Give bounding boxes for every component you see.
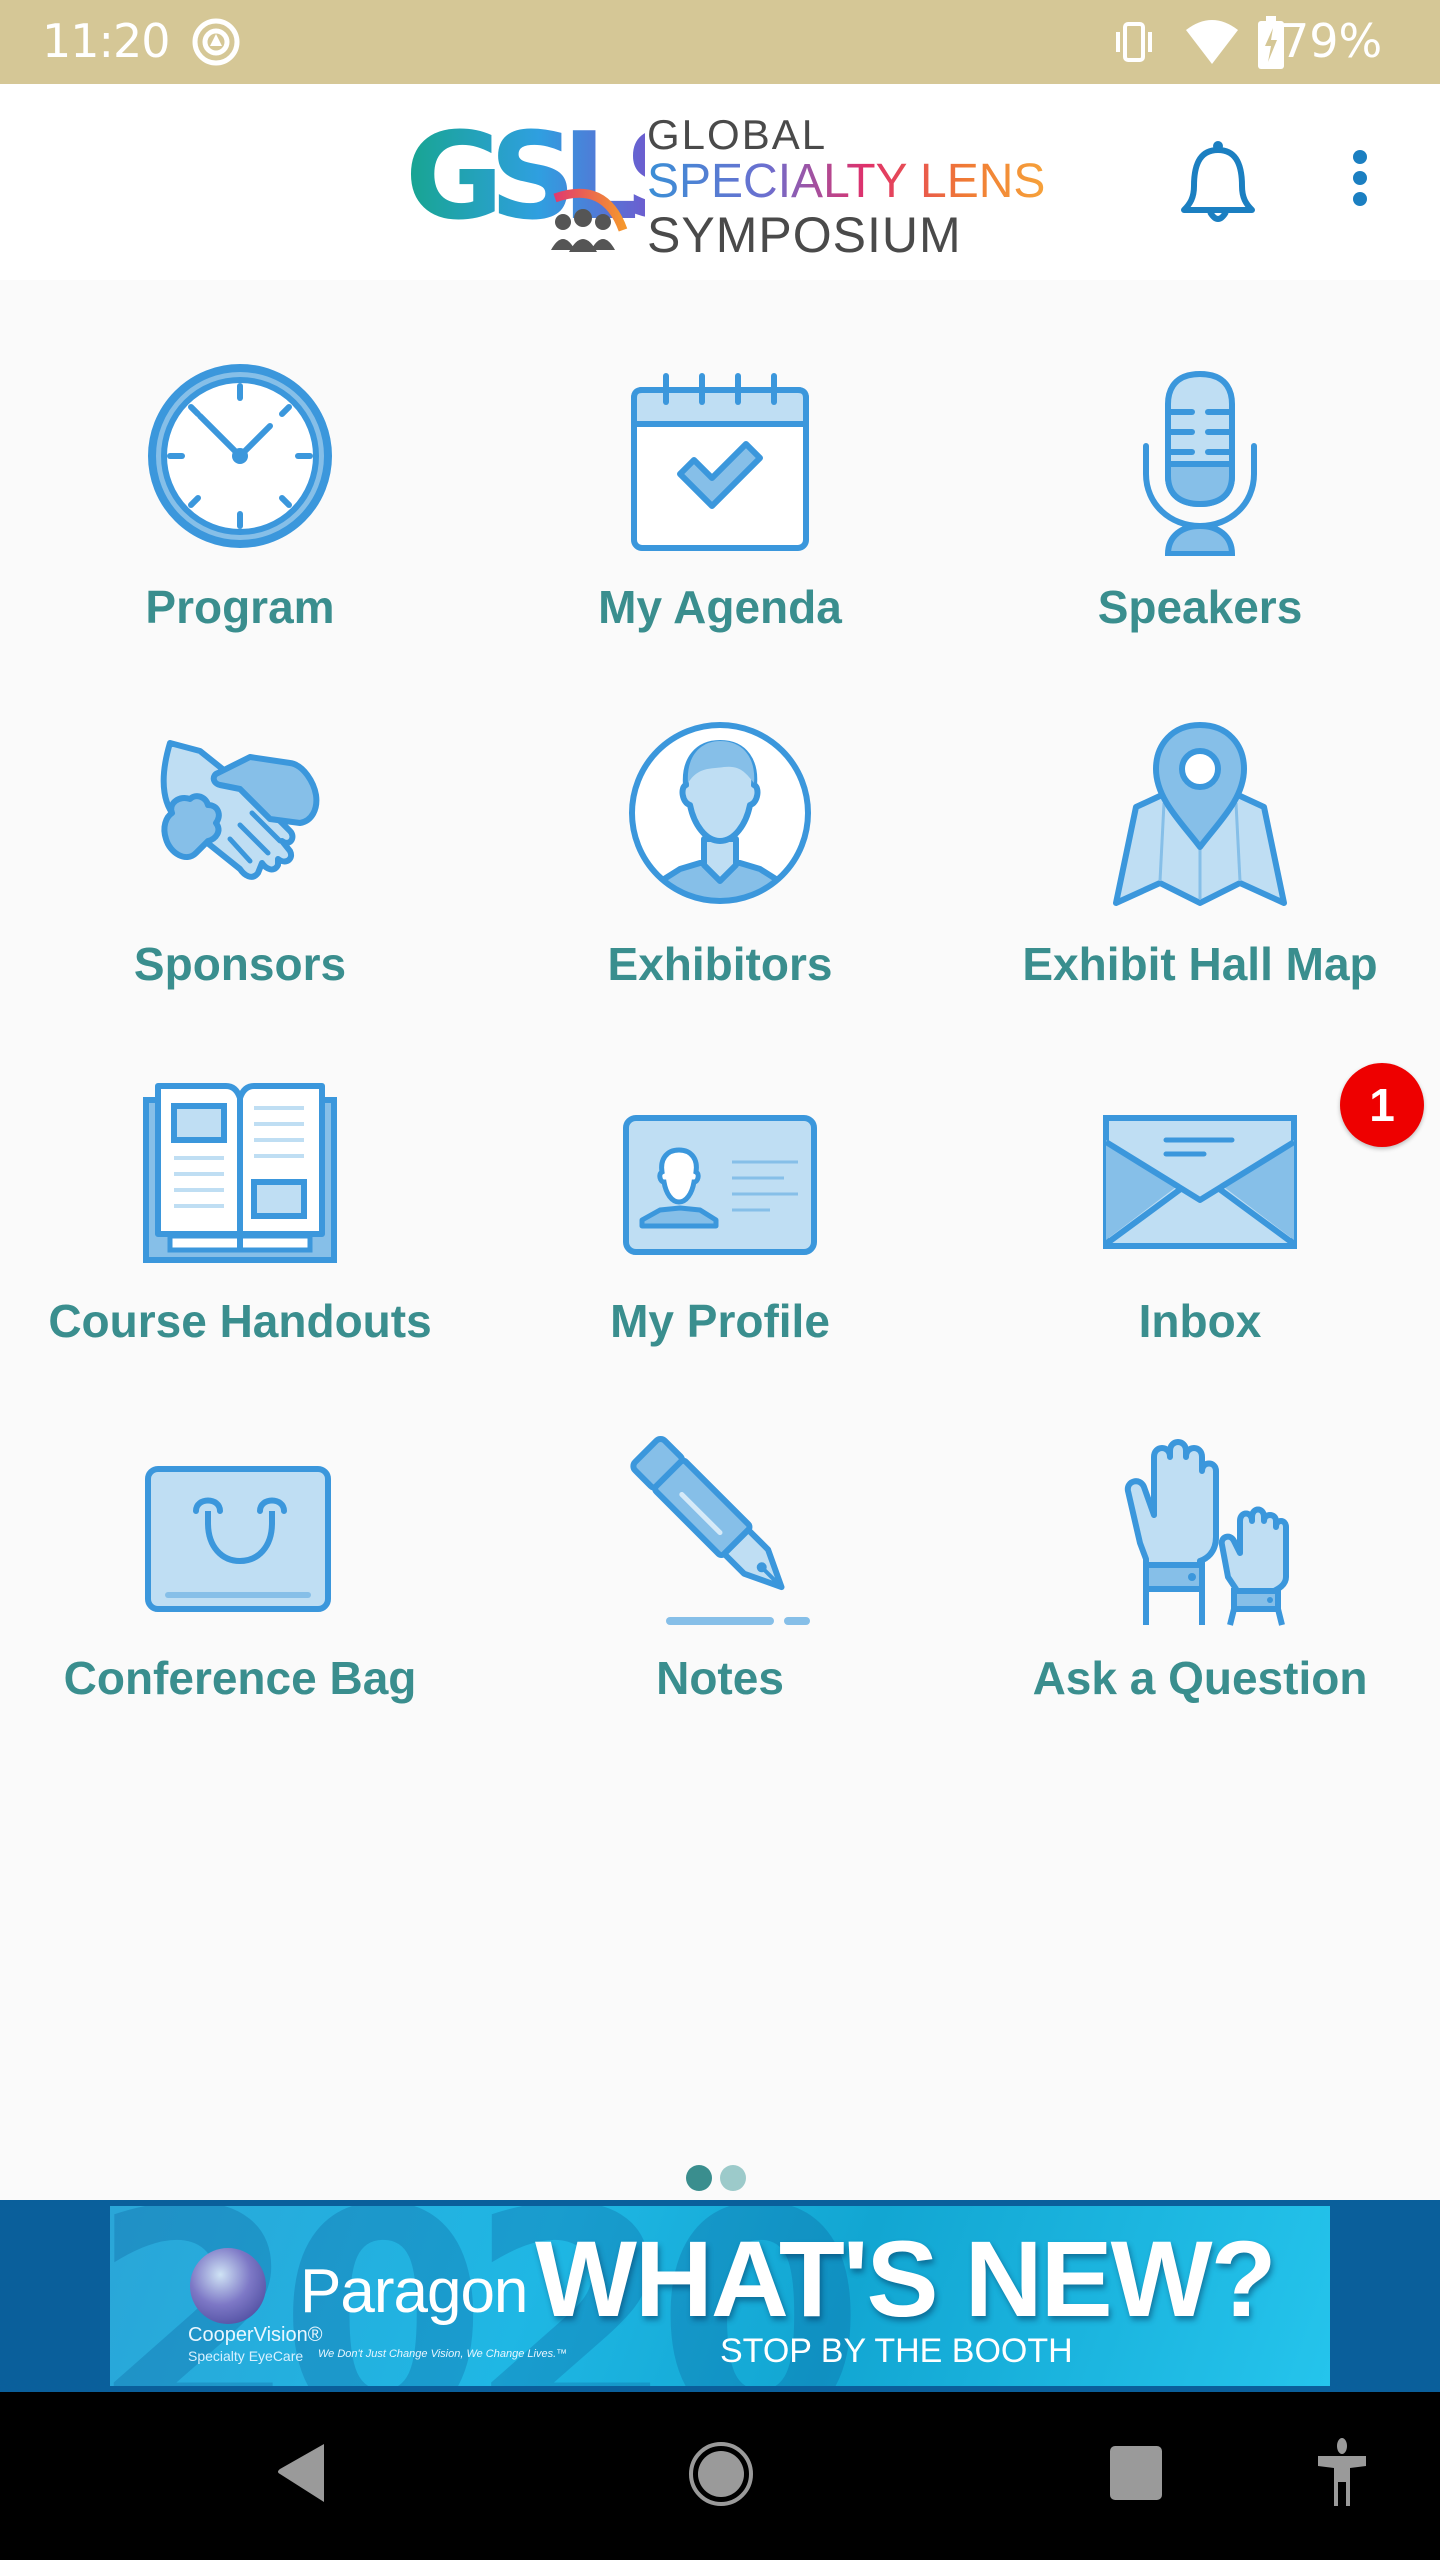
menu-item-label: Notes [656, 1652, 784, 1704]
home-button[interactable] [686, 2432, 756, 2517]
menu-item-label: Inbox [1138, 1295, 1262, 1347]
menu-item-course-handouts[interactable]: Course Handouts [0, 1054, 480, 1411]
clock-icon [148, 364, 332, 548]
menu-item-label: Exhibitors [607, 938, 833, 990]
menu-item-label: Sponsors [133, 938, 347, 990]
coopervision-orb-logo [190, 2248, 266, 2324]
banner-brand-small-2: Specialty EyeCare [188, 2348, 304, 2364]
menu-item-label: Speakers [1097, 581, 1303, 633]
notifications-button[interactable] [1178, 138, 1258, 233]
id-card-icon [623, 1115, 817, 1255]
menu-item-speakers[interactable]: Speakers [960, 340, 1440, 697]
recents-button[interactable] [1106, 2432, 1166, 2517]
menu-item-exhibitors[interactable]: Exhibitors [480, 697, 960, 1054]
banner-subline: STOP BY THE BOOTH [720, 2332, 1073, 2370]
bell-icon [1181, 141, 1255, 222]
shopping-bag-icon [145, 1466, 331, 1612]
menu-item-ask-a-question[interactable]: Ask a Question [960, 1411, 1440, 1768]
menu-item-exhibit-hall-map[interactable]: Exhibit Hall Map [960, 697, 1440, 1054]
menu-item-label: My Agenda [598, 581, 842, 633]
menu-item-sponsors[interactable]: Sponsors [0, 697, 480, 1054]
menu-item-my-profile[interactable]: My Profile [480, 1054, 960, 1411]
inbox-unread-badge: 1 [1340, 1063, 1424, 1147]
logo-line-global: GLOBAL [647, 111, 828, 158]
map-pin-icon [1113, 722, 1287, 906]
page-dot-inactive[interactable] [720, 2165, 746, 2191]
menu-item-my-agenda[interactable]: My Agenda [480, 340, 960, 697]
menu-item-program[interactable]: Program [0, 340, 480, 697]
banner-headline: WHAT'S NEW? [535, 2218, 1277, 2339]
more-options-button[interactable] [1350, 150, 1370, 214]
person-avatar-icon [629, 722, 811, 904]
menu-item-label: Conference Bag [63, 1652, 417, 1704]
page-dot-active[interactable] [686, 2165, 712, 2191]
gsls-logo[interactable]: GSLS GLOBAL SPECIALTY LENS SYMPOSIUM [405, 110, 1045, 260]
banner-brand: Paragon [300, 2257, 528, 2326]
at-sign-icon [190, 16, 242, 73]
more-vert-icon [1350, 150, 1370, 206]
microphone-icon [1143, 370, 1257, 556]
sponsor-banner-area: 2020 CooperVision® Specialty EyeCare Par… [0, 2200, 1440, 2392]
logo-line-symposium: SYMPOSIUM [647, 207, 962, 263]
battery-percent: 79% [1280, 14, 1383, 68]
banner-tagline: We Don't Just Change Vision, We Change L… [318, 2348, 568, 2360]
menu-item-conference-bag[interactable]: Conference Bag [0, 1411, 480, 1768]
fountain-pen-icon [630, 1435, 810, 1625]
calendar-check-icon [631, 373, 809, 551]
raised-hands-icon [1124, 1439, 1289, 1626]
home-icon [689, 2442, 753, 2506]
gsls-logo-mark: GSLS [405, 110, 645, 252]
menu-item-label: Exhibit Hall Map [1022, 938, 1378, 990]
menu-item-label: Ask a Question [1032, 1652, 1368, 1704]
menu-item-label: My Profile [610, 1295, 830, 1347]
accessibility-button[interactable] [1312, 2432, 1372, 2517]
banner-brand-small-1: CooperVision® [188, 2324, 323, 2346]
recents-icon [1110, 2446, 1162, 2500]
accessibility-icon [1318, 2438, 1366, 2506]
menu-item-label: Course Handouts [48, 1295, 432, 1347]
back-button[interactable] [270, 2432, 330, 2517]
system-navigation-bar [0, 2392, 1440, 2560]
menu-item-notes[interactable]: Notes [480, 1411, 960, 1768]
handshake-icon [160, 740, 320, 880]
wifi-icon [1184, 16, 1240, 73]
menu-item-label: Program [145, 581, 335, 633]
open-book-icon [143, 1083, 337, 1263]
envelope-icon [1103, 1115, 1297, 1249]
vibrate-icon [1108, 16, 1160, 73]
status-bar: 11:20 79% [0, 0, 1440, 84]
back-icon [278, 2444, 324, 2502]
page-indicator [686, 2165, 754, 2193]
sponsor-banner[interactable]: 2020 CooperVision® Specialty EyeCare Par… [110, 2206, 1330, 2386]
logo-line-specialty-lens: SPECIALTY LENS [647, 155, 1046, 208]
status-time: 11:20 [42, 14, 171, 68]
